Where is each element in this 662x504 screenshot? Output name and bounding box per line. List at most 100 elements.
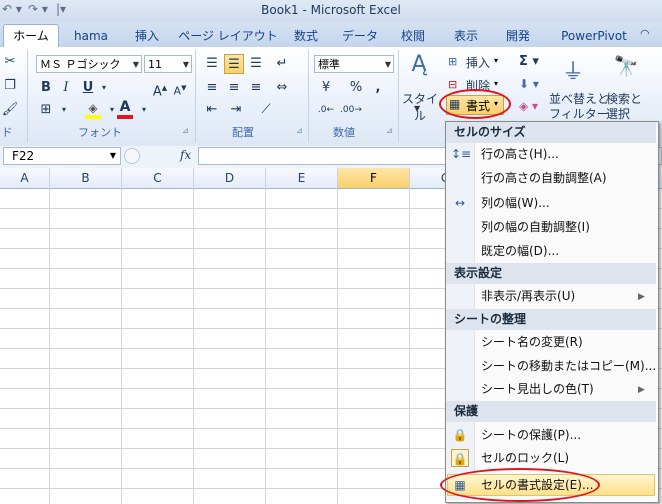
font-name-value: ＭＳ Ｐゴシック (40, 58, 121, 71)
highlight-ring-format-cells (440, 468, 600, 502)
find-select-label-2[interactable]: 選択 (606, 105, 630, 122)
align-center-icon[interactable]: ≡ (224, 78, 244, 98)
help-icon[interactable]: ◠ (640, 27, 650, 40)
tab-insert[interactable]: 挿入 (128, 26, 166, 46)
dialog-launcher-icon[interactable]: ⊿ (386, 126, 393, 135)
menu-item-rename-sheet[interactable]: シート名の変更(R) (481, 331, 583, 353)
tab-view[interactable]: 表示 (446, 26, 486, 46)
insert-cells-icon[interactable]: ⊞ (448, 55, 457, 68)
sort-filter-icon[interactable]: ⏚ (556, 54, 590, 86)
tab-home[interactable]: ホーム (3, 24, 59, 48)
bold-icon[interactable]: B (36, 78, 56, 98)
column-header-c[interactable]: C (122, 168, 194, 188)
increase-decimal-icon[interactable]: .0← (316, 100, 336, 120)
underline-dropdown-icon[interactable]: ▾ (94, 78, 114, 98)
column-header-b[interactable]: B (50, 168, 122, 188)
menu-item-column-width[interactable]: 列の幅(W)... (481, 192, 550, 214)
insert-cells-label[interactable]: 挿入 (466, 54, 490, 71)
tab-data[interactable]: データ (338, 26, 382, 46)
decrease-indent-icon[interactable]: ⇤ (202, 100, 222, 120)
clear-icon[interactable]: ◈ ▾ (519, 99, 538, 113)
tab-review[interactable]: 校閲 (394, 26, 432, 46)
increase-indent-icon[interactable]: ⇥ (226, 100, 246, 120)
chevron-down-icon: ▾ (494, 79, 499, 88)
grid-line (49, 188, 50, 504)
tab-hama[interactable]: hama (66, 26, 116, 46)
fill-icon[interactable]: ⬇ ▾ (519, 77, 539, 91)
font-color-icon[interactable]: A (116, 99, 134, 119)
column-header-f[interactable]: F (338, 168, 410, 188)
orientation-icon[interactable]: ⟋ (256, 100, 276, 120)
number-format-combo[interactable]: 標準 ▼ (314, 55, 394, 73)
name-box[interactable]: F22 ▼ (3, 147, 121, 165)
column-width-icon: ↔ (454, 196, 466, 210)
chevron-down-icon: ▼ (132, 60, 139, 69)
column-header-e[interactable]: E (266, 168, 338, 188)
menu-section-protection: 保護 (446, 401, 656, 422)
format-painter-icon[interactable]: 🖌 (0, 100, 20, 120)
font-color-dropdown-icon[interactable]: ▾ (134, 100, 154, 120)
comma-style-icon[interactable]: , (368, 78, 388, 98)
grid-line (409, 188, 410, 504)
protect-sheet-icon: 🔒 (452, 428, 468, 442)
group-separator (27, 50, 28, 142)
find-select-icon[interactable]: 🔭 (610, 54, 642, 86)
menu-item-tab-color[interactable]: シート見出しの色(T) (481, 378, 594, 400)
group-label-number: 数値 (333, 126, 355, 139)
font-name-combo[interactable]: ＭＳ Ｐゴシック ▼ (36, 55, 142, 73)
merge-center-icon[interactable]: ⇔ (272, 78, 292, 98)
borders-icon[interactable]: ⊞ (36, 100, 56, 120)
group-separator (308, 50, 309, 142)
insert-function-icon[interactable]: fx (180, 148, 191, 162)
copy-icon[interactable]: ❐ (0, 76, 20, 96)
chevron-down-icon: ▼ (109, 151, 116, 160)
column-header-d[interactable]: D (194, 168, 266, 188)
formula-cancel-icon[interactable] (124, 148, 140, 164)
font-size-combo[interactable]: 11 ▼ (144, 55, 192, 73)
percent-style-icon[interactable]: % (346, 78, 366, 98)
menu-item-protect-sheet[interactable]: シートの保護(P)... (481, 424, 581, 446)
delete-cells-icon[interactable]: ⊟ (448, 78, 457, 91)
menu-item-lock-cell[interactable]: セルのロック(L) (481, 447, 569, 469)
borders-dropdown-icon[interactable]: ▾ (54, 100, 74, 120)
cut-icon[interactable]: ✂ (0, 52, 20, 72)
menu-section-cell-size: セルのサイズ (446, 122, 656, 143)
grow-font-icon[interactable]: A▲ (150, 78, 170, 99)
menu-section-visibility: 表示設定 (446, 263, 656, 284)
sort-filter-label-2[interactable]: フィルター (549, 105, 609, 122)
dialog-launcher-icon[interactable]: ⊿ (296, 126, 303, 135)
decrease-decimal-icon[interactable]: .00→ (340, 100, 362, 120)
fill-color-icon[interactable]: ◈ (84, 101, 102, 119)
accounting-format-icon[interactable]: ¥ (316, 78, 336, 98)
styles-icon[interactable]: Ą (404, 52, 434, 84)
menu-section-organize: シートの整理 (446, 309, 656, 330)
align-right-icon[interactable]: ≡ (246, 78, 266, 98)
dialog-launcher-icon[interactable]: ⊿ (182, 126, 189, 135)
grid-line (121, 188, 122, 504)
chevron-down-icon: ▼ (182, 60, 189, 69)
grid-line (265, 188, 266, 504)
tab-developer[interactable]: 開発 (498, 26, 538, 46)
highlight-ring-format (439, 89, 511, 119)
submenu-arrow-icon: ▶ (638, 385, 645, 395)
menu-item-autofit-column[interactable]: 列の幅の自動調整(I) (481, 216, 590, 238)
menu-item-hide-unhide[interactable]: 非表示/再表示(U) (481, 285, 575, 307)
wrap-text-icon[interactable]: ↵ (272, 54, 292, 74)
menu-item-row-height[interactable]: 行の高さ(H)... (481, 143, 559, 165)
tab-formulas[interactable]: 数式 (286, 26, 326, 46)
italic-icon[interactable]: I (56, 78, 76, 98)
tab-page-layout[interactable]: ページ レイアウト (178, 26, 278, 46)
align-top-icon[interactable]: ☰ (202, 54, 222, 74)
menu-item-default-width[interactable]: 既定の幅(D)... (481, 240, 559, 262)
shrink-font-icon[interactable]: A▼ (170, 78, 190, 98)
menu-item-move-copy[interactable]: シートの移動またはコピー(M)... (481, 355, 656, 377)
align-middle-icon[interactable]: ☰ (224, 54, 244, 74)
chevron-down-icon: ▼ (414, 104, 421, 113)
align-bottom-icon[interactable]: ☰ (246, 54, 266, 74)
autosum-icon[interactable]: Σ ▾ (519, 54, 539, 69)
group-separator (195, 50, 196, 142)
menu-item-autofit-row[interactable]: 行の高さの自動調整(A) (481, 167, 607, 189)
column-header-a[interactable]: A (0, 168, 50, 188)
align-left-icon[interactable]: ≡ (202, 78, 222, 98)
tab-powerpivot[interactable]: PowerPivot (552, 26, 636, 46)
